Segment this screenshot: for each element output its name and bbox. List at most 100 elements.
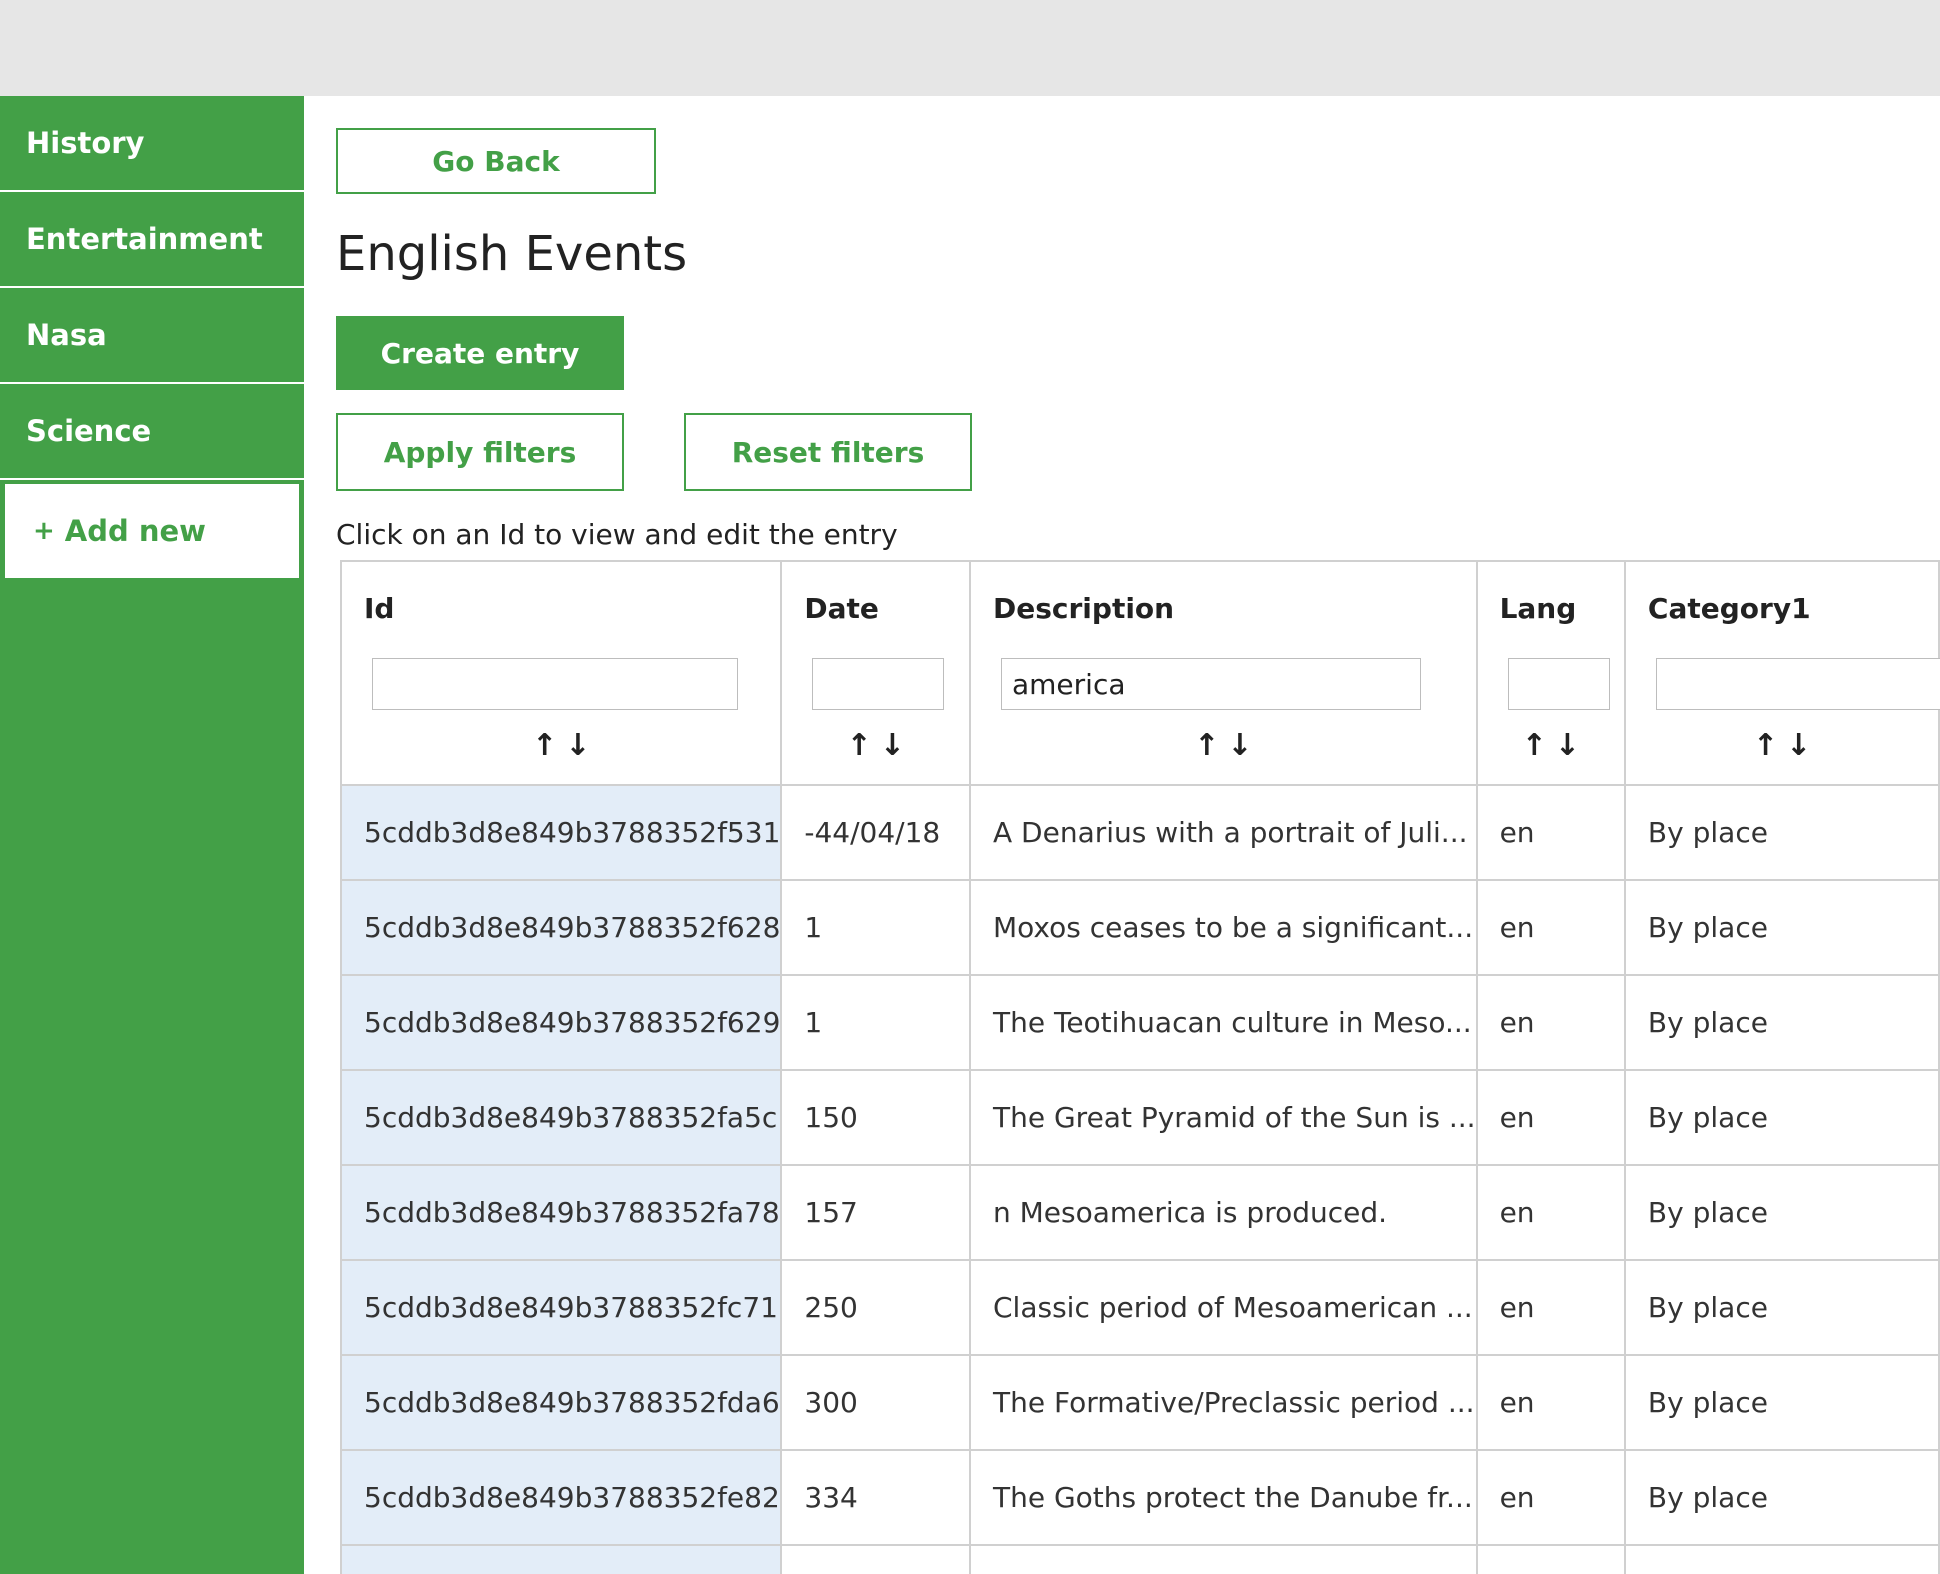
column-label-date: Date [804,592,879,625]
filter-input-id[interactable] [372,658,738,710]
sort-controls-description: ↑ ↓ [971,728,1476,763]
date-cell: 300 [780,1354,971,1451]
id-cell[interactable]: 5cddb3d8e849b3788352fa78 [339,1164,783,1261]
instruction-text: Click on an Id to view and edit the entr… [336,518,898,551]
sort-asc-icon[interactable]: ↑ [532,728,557,763]
lang-cell: en [1475,1069,1626,1166]
id-cell[interactable]: 5cddb3d8e849b3788352fda6 [339,1354,783,1451]
category-cell: By place [1623,1259,1940,1356]
description-cell: The Teotihuacan culture in Meso... [969,974,1478,1071]
column-header-lang: Lang ↑ ↓ [1475,560,1626,786]
description-cell: A Denarius with a portrait of Juli... [969,784,1478,881]
page-title: English Events [336,226,688,282]
id-cell[interactable]: 5cddb3d8e849b3788352f629 [339,974,783,1071]
table-row: 5cddb3d8e849b3788352fa78 157 n Mesoameri… [339,1164,1940,1261]
lang-cell [1475,1544,1626,1574]
category-cell: By place [1623,974,1940,1071]
sidebar-item-entertainment[interactable]: Entertainment [0,192,304,288]
column-label-id: Id [364,592,395,625]
table-row: 5cddb3d8e849b3788352f531 -44/04/18 A Den… [339,784,1940,881]
add-new-button[interactable]: + Add new [5,484,299,578]
sort-desc-icon[interactable]: ↓ [1786,728,1811,763]
lang-cell: en [1475,879,1626,976]
id-cell[interactable]: 5cddb3d8e849b3788352fe82 [339,1449,783,1546]
category-cell: By place [1623,879,1940,976]
sort-controls-category1: ↑ ↓ [1626,728,1938,763]
description-cell: The Great Pyramid of the Sun is ... [969,1069,1478,1166]
sort-controls-id: ↑ ↓ [342,728,780,763]
lang-cell: en [1475,1259,1626,1356]
sidebar: History Entertainment Nasa Science + Add… [0,96,304,1574]
table-row: 5cddb3d8e849b3788352f629 1 The Teotihuac… [339,974,1940,1071]
column-label-category1: Category1 [1647,592,1811,625]
description-cell: The Formative/Preclassic period ... [969,1354,1478,1451]
sort-controls-date: ↑ ↓ [782,728,969,763]
lang-cell: en [1475,1354,1626,1451]
sort-desc-icon[interactable]: ↓ [880,728,905,763]
column-header-category1: Category1 ↑ ↓ [1623,560,1940,786]
sort-controls-lang: ↑ ↓ [1478,728,1624,763]
sort-asc-icon[interactable]: ↑ [1522,728,1547,763]
category-cell: By place [1623,784,1940,881]
category-cell: By place [1623,1449,1940,1546]
main-content: Go Back English Events Create entry Appl… [304,96,1940,1574]
column-label-lang: Lang [1499,592,1577,625]
date-cell: 150 [780,1069,971,1166]
date-cell: 157 [780,1164,971,1261]
table-row: 5cddb3d8e849b3788352fe82 334 The Goths p… [339,1449,1940,1546]
table-row: 5cddb3d8e849b3788352fc71 250 Classic per… [339,1259,1940,1356]
filter-input-lang[interactable] [1507,658,1610,710]
id-cell[interactable]: 5cddb3d8e849b3788352f628 [339,879,783,976]
go-back-button[interactable]: Go Back [336,128,656,194]
column-header-description: Description ↑↓ [969,560,1478,786]
sort-asc-icon[interactable]: ↑ [847,728,872,763]
table-row: 5cddb3d8e849b3788352f628 1 Moxos ceases … [339,879,1940,976]
filter-input-description[interactable] [1001,658,1421,710]
category-cell: By place [1623,1069,1940,1166]
sort-desc-icon[interactable]: ↓ [1227,728,1252,763]
id-cell[interactable]: 5cddb3d8e849b3788352f531 [339,784,783,881]
lang-cell: en [1475,974,1626,1071]
description-cell: n Mesoamerica is produced. [969,1164,1478,1261]
sidebar-item-history[interactable]: History [0,96,304,192]
description-cell: The Goths protect the Danube fr... [969,1449,1478,1546]
filter-input-date[interactable] [812,658,945,710]
sort-desc-icon[interactable]: ↓ [565,728,590,763]
table-row [339,1544,1940,1574]
add-new-label: Add new [64,514,206,548]
lang-cell: en [1475,1164,1626,1261]
sort-desc-icon[interactable]: ↓ [1555,728,1580,763]
id-cell[interactable]: 5cddb3d8e849b3788352fa5c [339,1069,783,1166]
id-cell[interactable] [339,1544,783,1574]
description-cell: Moxos ceases to be a significant... [969,879,1478,976]
reset-filters-button[interactable]: Reset filters [684,413,972,491]
table-row: 5cddb3d8e849b3788352fda6 300 The Formati… [339,1354,1940,1451]
filter-input-category1[interactable] [1655,658,1940,710]
category-cell: By place [1623,1164,1940,1261]
sidebar-item-nasa[interactable]: Nasa [0,288,304,384]
sidebar-item-science[interactable]: Science [0,384,304,480]
top-bar [0,0,1940,96]
id-cell[interactable]: 5cddb3d8e849b3788352fc71 [339,1259,783,1356]
description-cell: Classic period of Mesoamerican ... [969,1259,1478,1356]
create-entry-button[interactable]: Create entry [336,316,624,390]
sort-asc-icon[interactable]: ↑ [1753,728,1778,763]
category-cell: By place [1623,1354,1940,1451]
description-cell [969,1544,1478,1574]
date-cell: 1 [780,974,971,1071]
date-cell: 250 [780,1259,971,1356]
date-cell: 1 [780,879,971,976]
category-cell [1623,1544,1940,1574]
lang-cell: en [1475,1449,1626,1546]
table-row: 5cddb3d8e849b3788352fa5c 150 The Great P… [339,1069,1940,1166]
date-cell: -44/04/18 [780,784,971,881]
plus-icon: + [33,516,55,546]
date-cell [780,1544,971,1574]
column-header-date: Date ↑ ↓ [780,560,971,786]
column-header-id: Id ↑ ↓ [339,560,783,786]
apply-filters-button[interactable]: Apply filters [336,413,624,491]
sort-asc-icon[interactable]: ↑ [1194,728,1219,763]
events-table: Id ↑ ↓ Date ↑ ↓ Description america ↑ ↓ … [339,560,1940,1574]
table-header-row: Id ↑ ↓ Date ↑ ↓ Description america ↑ ↓ … [339,560,1940,786]
lang-cell: en [1475,784,1626,881]
